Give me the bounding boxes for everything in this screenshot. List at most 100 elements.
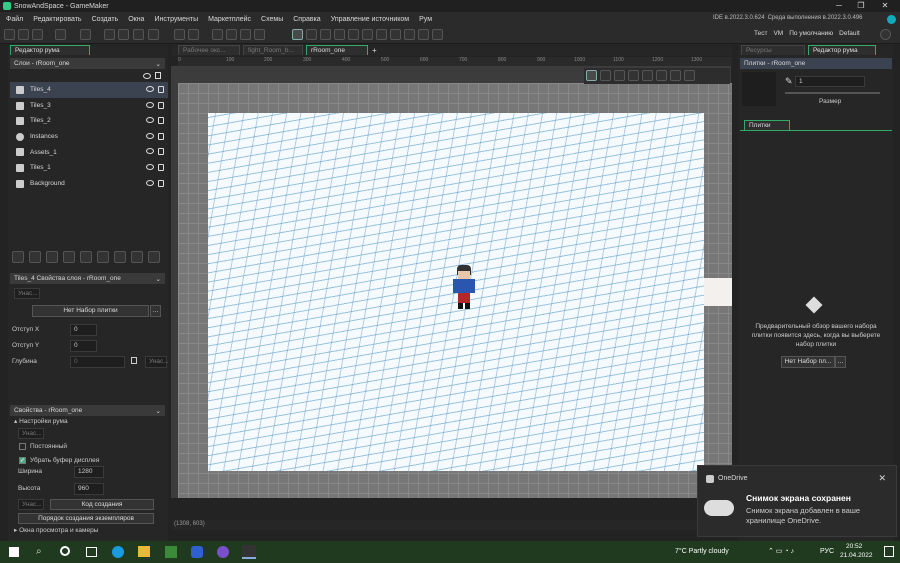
eye-icon[interactable]: [146, 163, 154, 170]
layer-item[interactable]: Tiles_1: [10, 160, 168, 176]
tileset-more-right-button[interactable]: …: [835, 356, 846, 368]
notification-icon[interactable]: [884, 546, 894, 557]
app-icon[interactable]: [191, 546, 203, 558]
brush-size-field[interactable]: 1: [795, 76, 865, 87]
menu-source-control[interactable]: Управление источником: [331, 16, 409, 23]
overlay-icon[interactable]: [656, 70, 667, 81]
fill-icon[interactable]: [362, 29, 373, 40]
package-icon[interactable]: [80, 29, 91, 40]
layer-item[interactable]: Instances: [10, 129, 168, 145]
line-icon[interactable]: [334, 29, 345, 40]
layer-item[interactable]: Tiles_4: [10, 82, 168, 98]
clean-icon[interactable]: [148, 29, 159, 40]
tileset-select-button[interactable]: Нет Набор плитки: [32, 305, 149, 317]
menu-marketplace[interactable]: Маркетплейс: [208, 16, 251, 23]
tileset-more-button[interactable]: …: [150, 305, 161, 317]
width-field[interactable]: 1280: [74, 466, 104, 478]
picker-icon[interactable]: [320, 29, 331, 40]
pencil-icon[interactable]: [292, 29, 303, 40]
add-tile-layer-icon[interactable]: [12, 251, 24, 263]
zoom-in-icon[interactable]: [614, 70, 625, 81]
inherit-button[interactable]: Унас...: [14, 288, 40, 299]
player-sprite[interactable]: [452, 265, 476, 310]
eye-icon[interactable]: [146, 101, 154, 108]
menu-layouts[interactable]: Схемы: [261, 16, 283, 23]
height-field[interactable]: 960: [74, 483, 104, 495]
target-selector[interactable]: Тест VM По умолчанию Default: [754, 30, 860, 37]
menu-file[interactable]: Файл: [6, 16, 23, 23]
mirror-icon[interactable]: [376, 29, 387, 40]
open-icon[interactable]: [18, 29, 29, 40]
settings-gear-icon[interactable]: [880, 29, 891, 40]
room-settings-group[interactable]: ▴ Настройки рума: [14, 417, 68, 425]
lock-icon[interactable]: [158, 132, 164, 140]
duplicate-layer-icon[interactable]: [148, 251, 160, 263]
task-view-icon[interactable]: [86, 547, 97, 557]
menu-create[interactable]: Создать: [92, 16, 119, 23]
zoom-out-icon[interactable]: [600, 70, 611, 81]
grid-icon[interactable]: [254, 29, 265, 40]
layer-item[interactable]: Tiles_3: [10, 98, 168, 114]
save-all-icon[interactable]: [55, 29, 66, 40]
add-path-layer-icon[interactable]: [63, 251, 75, 263]
tab-room-editor-right[interactable]: Редактор рума: [808, 45, 876, 55]
eye-icon[interactable]: [146, 86, 154, 92]
cortana-icon[interactable]: [60, 546, 70, 556]
eye-icon[interactable]: [143, 73, 151, 79]
eye-icon[interactable]: [146, 148, 154, 155]
menu-edit[interactable]: Редактировать: [33, 16, 81, 23]
debug-icon[interactable]: [104, 29, 115, 40]
eye-icon[interactable]: [146, 132, 154, 139]
edge-icon[interactable]: [112, 546, 124, 558]
menu-help[interactable]: Справка: [293, 16, 320, 23]
target-default[interactable]: Default: [839, 30, 860, 37]
zoom-in-icon[interactable]: [226, 29, 237, 40]
offset-x-field[interactable]: 0: [70, 324, 97, 336]
minecraft-icon[interactable]: [165, 546, 177, 558]
snap-icon[interactable]: [684, 70, 695, 81]
maximize-button[interactable]: ❐: [850, 0, 872, 12]
minimize-button[interactable]: ─: [828, 0, 850, 12]
stop-icon[interactable]: [133, 29, 144, 40]
account-icon[interactable]: [887, 15, 896, 24]
tab-rroom-one[interactable]: rRoom_one: [306, 45, 368, 55]
tray-icons[interactable]: ⌃ ▭ ◔ ♪: [768, 547, 794, 555]
zoom-fit-icon[interactable]: [628, 70, 639, 81]
tab-room-editor[interactable]: Редактор рума: [10, 45, 90, 55]
depth-inherit-button[interactable]: Унас...: [145, 356, 169, 368]
move-icon[interactable]: [418, 29, 429, 40]
viber-icon[interactable]: [217, 546, 229, 558]
add-instance-layer-icon[interactable]: [29, 251, 41, 263]
close-button[interactable]: ✕: [874, 0, 896, 12]
menu-windows[interactable]: Окна: [128, 16, 144, 23]
menu-room[interactable]: Рум: [419, 16, 432, 23]
delete-layer-icon[interactable]: [131, 251, 143, 263]
gamemaker-taskbar-icon[interactable]: [242, 545, 256, 559]
target-test[interactable]: Тест: [754, 30, 767, 37]
run-icon[interactable]: [118, 29, 129, 40]
persistent-checkbox[interactable]: [19, 443, 26, 450]
help-icon[interactable]: [188, 29, 199, 40]
layer-item[interactable]: Tiles_2: [10, 113, 168, 129]
play-icon[interactable]: [670, 70, 681, 81]
grid-toggle-icon[interactable]: [586, 70, 597, 81]
offset-y-field[interactable]: 0: [70, 340, 97, 352]
tab-fight-room[interactable]: fight_Room_b...: [243, 45, 303, 55]
pin-icon[interactable]: [432, 29, 443, 40]
zoom-reset-icon[interactable]: [240, 29, 251, 40]
tab-plates[interactable]: Плитки: [744, 120, 790, 130]
clock-time[interactable]: 20:52: [846, 543, 862, 550]
onedrive-toast[interactable]: OneDrive ✕ Снимок экрана сохранен Снимок…: [697, 465, 897, 537]
menu-tools[interactable]: Инструменты: [154, 16, 198, 23]
save-icon[interactable]: [32, 29, 43, 40]
eye-icon[interactable]: [146, 117, 154, 124]
add-background-layer-icon[interactable]: [80, 251, 92, 263]
clock-date[interactable]: 21.04.2022: [840, 552, 873, 559]
target-icon[interactable]: [174, 29, 185, 40]
creation-code-button[interactable]: Код создания: [50, 499, 154, 510]
flip-icon[interactable]: [390, 29, 401, 40]
code-inherit-button[interactable]: Унас...: [18, 499, 44, 510]
new-icon[interactable]: [4, 29, 15, 40]
lock-icon[interactable]: [158, 163, 164, 171]
fullscreen-icon[interactable]: [642, 70, 653, 81]
